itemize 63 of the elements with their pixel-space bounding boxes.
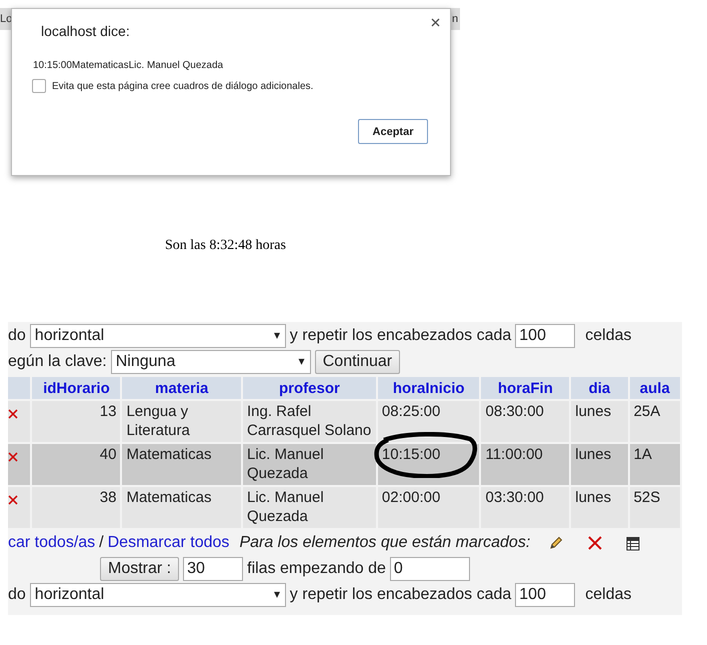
table-cell: 1A — [630, 444, 680, 485]
checkbox-label: Evita que esta página cree cuadros de diálogo adicionales. — [52, 80, 314, 92]
accept-button[interactable]: Aceptar — [358, 119, 428, 144]
table-cell: 02:00:00 — [378, 487, 480, 528]
table-cell: Lic. Manuel Quezada — [242, 487, 376, 528]
table-cell: 03:30:00 — [481, 487, 570, 528]
delete-icon[interactable] — [8, 452, 18, 462]
table-cell: 40 — [32, 444, 120, 485]
unit-label: celdas — [585, 586, 632, 604]
repeat-label: y repetir los encabezados cada — [290, 327, 512, 345]
check-all-link[interactable]: car todos/as — [8, 534, 96, 552]
table-cell: lunes — [571, 487, 628, 528]
rows-field[interactable]: 30 — [183, 557, 244, 581]
table-cell: Matematicas — [122, 487, 241, 528]
table-cell: Ing. Rafel Carrasquel Solano — [242, 401, 376, 442]
clock-text: Son las 8:32:48 horas — [165, 238, 286, 254]
unit-label: celdas — [585, 327, 632, 345]
dialog-title: localhost dice: — [41, 23, 131, 39]
table-icon[interactable] — [626, 536, 640, 550]
dialog-message: 10:15:00MatematicasLic. Manuel Quezada — [33, 60, 224, 71]
sort-select[interactable]: Ninguna ▾ — [110, 350, 311, 374]
table-cell: Lengua y Literatura — [122, 401, 241, 442]
checkbox[interactable] — [32, 79, 46, 93]
continue-button[interactable]: Continuar — [314, 350, 400, 374]
table-cell: 08:25:00 — [378, 401, 480, 442]
display-label: do — [8, 327, 26, 345]
delete-icon[interactable] — [588, 536, 602, 550]
marked-label: Para los elementos que están marcados: — [239, 534, 530, 552]
table-cell: lunes — [571, 444, 628, 485]
table-cell: 13 — [32, 401, 120, 442]
column-header[interactable]: horaFin — [481, 377, 570, 399]
delete-icon[interactable] — [8, 495, 18, 505]
table-cell: lunes — [571, 401, 628, 442]
display-label: do — [8, 586, 26, 604]
table-cell: Matematicas — [122, 444, 241, 485]
column-header[interactable]: horaInicio — [378, 377, 480, 399]
repeat-field[interactable]: 100 — [515, 583, 576, 607]
mode-select[interactable]: horizontal ▾ — [30, 583, 286, 607]
column-header[interactable]: idHorario — [32, 377, 120, 399]
rows-label: filas empezando de — [247, 560, 386, 578]
table-cell: 08:30:00 — [481, 401, 570, 442]
close-icon[interactable] — [431, 18, 440, 27]
header-cell — [8, 377, 30, 399]
column-header[interactable]: dia — [571, 377, 628, 399]
separator-text: / — [99, 534, 104, 552]
uncheck-all-link[interactable]: Desmarcar todos — [108, 534, 230, 552]
column-header[interactable]: materia — [122, 377, 241, 399]
pencil-icon[interactable] — [548, 535, 564, 551]
delete-icon[interactable] — [8, 409, 18, 419]
table-cell: 25A — [630, 401, 680, 442]
column-header[interactable]: profesor — [242, 377, 376, 399]
repeat-label: y repetir los encabezados cada — [290, 586, 512, 604]
table-cell: Lic. Manuel Quezada — [242, 444, 376, 485]
table-cell: 52S — [630, 487, 680, 528]
browser-tab[interactable]: n — [451, 8, 460, 30]
show-button[interactable]: Mostrar : — [100, 557, 180, 581]
sort-label: egún la clave: — [8, 353, 107, 371]
column-header[interactable]: aula — [630, 377, 680, 399]
start-field[interactable]: 0 — [390, 557, 470, 581]
mode-select[interactable]: horizontal ▾ — [30, 324, 286, 348]
repeat-field[interactable]: 100 — [515, 324, 576, 348]
table-cell: 11:00:00 — [481, 444, 570, 485]
table-cell: 38 — [32, 487, 120, 528]
